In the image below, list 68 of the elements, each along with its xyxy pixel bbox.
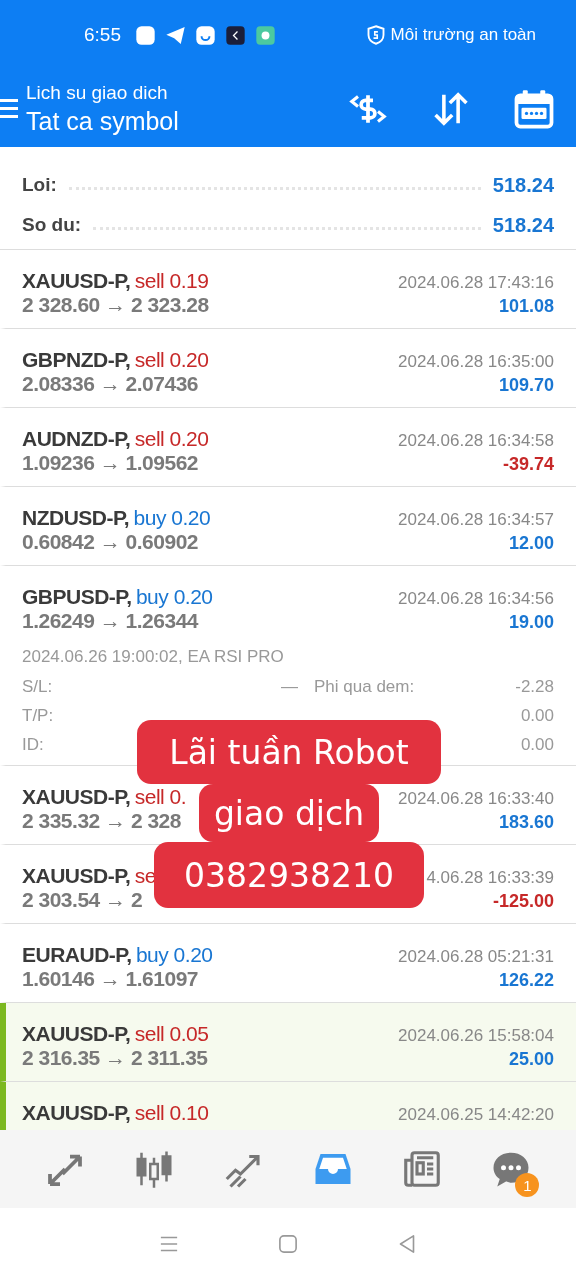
- deal-prices: 2 328.60 → 2 323.28: [22, 293, 209, 317]
- detail-value: 0.00: [519, 735, 554, 755]
- deal-prices: 1.60146 → 1.61097: [22, 967, 198, 991]
- deal-symbol: XAUUSD-P,: [22, 269, 131, 292]
- deal-time: 2024.06.25 14:42:20: [398, 1105, 554, 1125]
- deal-order: buy 0.20: [135, 943, 213, 966]
- deal-order: buy 0.20: [133, 506, 211, 529]
- deal-symbol: XAUUSD-P,: [22, 1101, 131, 1124]
- deal-profit: 25.00: [508, 1049, 554, 1070]
- clock-time: 6:55: [84, 24, 121, 46]
- summary-value: 518.24: [492, 213, 554, 237]
- deal-symbol: XAUUSD-P,: [22, 864, 131, 887]
- deal-symbol: NZDUSD-P,: [22, 506, 130, 529]
- deal-prices: 0.60842 → 0.60902: [22, 530, 198, 554]
- deal-order: sell 0.05: [134, 1022, 209, 1045]
- deal-prices: 1.09236 → 1.09562: [22, 451, 198, 475]
- deal-profit: 126.22: [498, 970, 554, 991]
- deal-time: 2024.06.28 17:43:16: [398, 273, 554, 293]
- deal-order: se: [134, 864, 156, 887]
- deal-order: sell 0.10: [134, 1101, 209, 1124]
- deal-time: 2024.06.28 16:34:57: [398, 510, 554, 530]
- deal-order: sell 0.19: [134, 269, 209, 292]
- sticker-toast: 0382938210: [154, 842, 424, 908]
- detail-label: S/L:: [22, 677, 54, 697]
- deal-profit: -39.74: [502, 454, 554, 475]
- deal-order: sell 0.: [134, 785, 187, 808]
- deal-time: 2024.06.28 16:33:40: [398, 789, 554, 809]
- deal-profit: -125.00: [492, 891, 554, 912]
- deal-profit: 19.00: [508, 612, 554, 633]
- deal-order: sell 0.20: [134, 427, 209, 450]
- deal-prices: 2 316.35 → 2 311.35: [22, 1046, 208, 1070]
- deal-time: 2024.06.28 16:34:58: [398, 431, 554, 451]
- deal-prices: 2 303.54 → 2: [22, 888, 143, 912]
- deal-prices: 2.08336 → 2.07436: [22, 372, 198, 396]
- security-status: Môi trường an toàn: [390, 25, 536, 45]
- deal-symbol: XAUUSD-P,: [22, 1022, 131, 1045]
- detail-value: —: [280, 677, 298, 697]
- sticker-toast: giao dịch: [199, 784, 379, 842]
- detail-label: T/P:: [22, 706, 55, 726]
- deal-time: 2024.06.28 16:34:56: [398, 589, 554, 609]
- deal-profit: 109.70: [498, 375, 554, 396]
- detail-label: ID:: [22, 735, 45, 755]
- detail-value: -2.28: [514, 677, 554, 697]
- deal-prices: 2 335.32 → 2 328: [22, 809, 181, 833]
- summary-label: Loi:: [22, 174, 57, 196]
- deal-time: 2024.06.28 16:35:00: [398, 352, 554, 372]
- deal-profit: 101.08: [498, 296, 554, 317]
- deal-order: sell 0.20: [134, 348, 209, 371]
- deal-symbol: GBPNZD-P,: [22, 348, 131, 371]
- deal-prices: 1.26249 → 1.26344: [22, 609, 198, 633]
- detail-value: 0.00: [519, 706, 554, 726]
- deal-symbol: AUDNZD-P,: [22, 427, 131, 450]
- sticker-toast: Lãi tuần Robot: [137, 720, 441, 784]
- deal-symbol: GBPUSD-P,: [22, 585, 132, 608]
- deal-time: 2024.06.28 05:21:31: [398, 947, 554, 967]
- deal-time: 4.06.28 16:33:39: [426, 868, 554, 888]
- detail-label: Phi qua dem:: [314, 677, 416, 697]
- notification-badge: 1: [515, 1173, 540, 1197]
- deal-opened: 2024.06.26 19:00:02, EA RSI PRO: [22, 647, 285, 667]
- screen-subtitle: Lich su giao dich: [26, 81, 169, 104]
- summary-value: 518.24: [492, 173, 554, 197]
- deal-order: buy 0.20: [135, 585, 213, 608]
- deal-profit: 183.60: [498, 812, 554, 833]
- deal-time: 2024.06.26 15:58:04: [398, 1026, 554, 1046]
- deal-symbol: XAUUSD-P,: [22, 785, 131, 808]
- deal-symbol: EURAUD-P,: [22, 943, 132, 966]
- summary-label: So du:: [22, 214, 82, 236]
- deal-profit: 12.00: [508, 533, 554, 554]
